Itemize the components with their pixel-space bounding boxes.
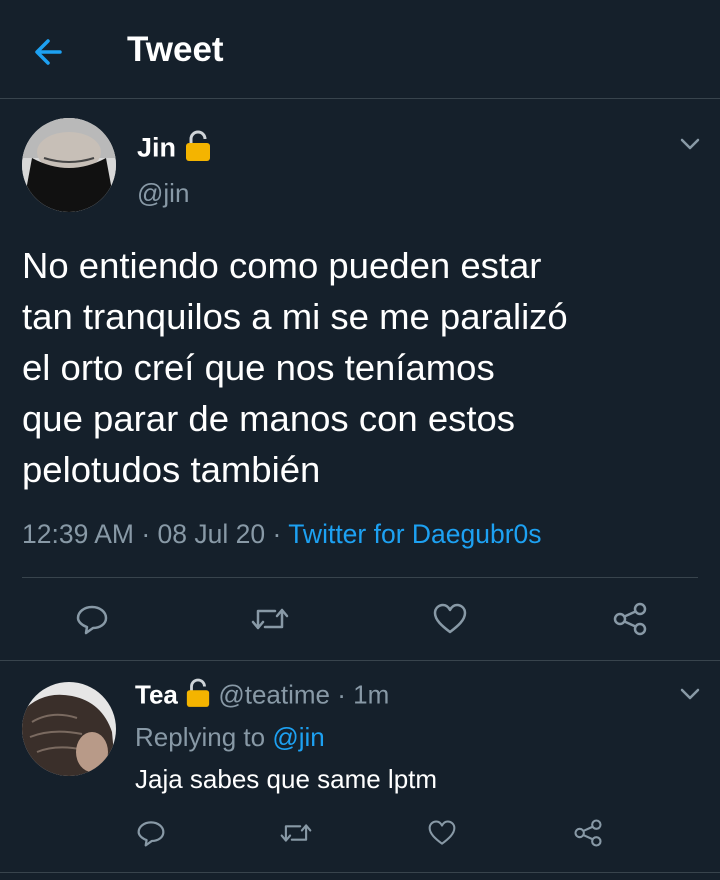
replying-to-handle[interactable]: @jin — [272, 722, 324, 752]
divider — [0, 660, 720, 661]
replying-to-label: Replying to — [135, 722, 266, 752]
reply-retweet-button[interactable] — [277, 814, 315, 852]
reply-author-name[interactable]: Tea — [135, 679, 178, 709]
arrow-left-icon — [35, 39, 62, 65]
avatar-photo — [22, 682, 116, 776]
tweet-text-line: el orto creí que nos teníamos — [22, 347, 495, 388]
tweet-text-line: No entiendo como pueden estar — [22, 245, 542, 286]
replying-to: Replying to @jin — [135, 722, 325, 753]
author-name-row[interactable]: Jin — [137, 130, 212, 169]
reply-icon — [137, 821, 165, 847]
heart-icon — [433, 603, 467, 634]
reply-header: Tea @teatime · 1m — [135, 678, 389, 715]
chevron-down-icon — [680, 688, 700, 700]
reply-author-handle[interactable]: @teatime — [218, 679, 330, 709]
reply-author-avatar[interactable] — [22, 682, 116, 776]
reply-text: Jaja sabes que same lptm — [135, 764, 438, 794]
reply-share-button[interactable] — [569, 814, 607, 852]
reply-like-button[interactable] — [423, 814, 461, 852]
author-handle[interactable]: @jin — [137, 178, 189, 209]
divider — [0, 872, 720, 873]
share-icon — [613, 602, 647, 636]
meta-separator: · — [272, 519, 282, 549]
author-avatar[interactable] — [22, 118, 116, 212]
tweet-date: 08 Jul 20 — [157, 519, 266, 549]
page-title: Tweet — [127, 30, 224, 69]
tweet-text-line: pelotudos también — [22, 449, 321, 490]
author-name: Jin — [137, 132, 177, 163]
tweet-text-line: tan tranquilos a mi se me paralizó — [22, 296, 568, 337]
reply-button[interactable] — [70, 597, 114, 641]
share-icon — [574, 819, 602, 847]
reply-icon — [76, 605, 108, 635]
retweet-icon — [280, 824, 312, 842]
lock-icon — [185, 678, 211, 715]
reply-reply-button[interactable] — [132, 814, 170, 852]
reply-menu-button[interactable] — [678, 682, 702, 706]
meta-separator: · — [337, 679, 346, 710]
tweet-text-line: que parar de manos con estos — [22, 398, 516, 439]
like-button[interactable] — [428, 597, 472, 641]
back-button[interactable] — [30, 32, 70, 72]
retweet-icon — [251, 608, 289, 630]
reply-timestamp: 1m — [353, 679, 390, 710]
tweet-source-link[interactable]: Twitter for Daegubr0s — [288, 519, 541, 549]
tweet-text: No entiendo como pueden estar tan tranqu… — [22, 240, 682, 495]
tweet-meta: 12:39 AM · 08 Jul 20 · Twitter for Daegu… — [22, 519, 542, 550]
avatar-photo — [22, 118, 116, 212]
lock-icon — [184, 130, 212, 169]
tweet-menu-button[interactable] — [678, 132, 702, 156]
meta-separator: · — [141, 519, 151, 549]
retweet-button[interactable] — [248, 597, 292, 641]
heart-icon — [428, 820, 456, 845]
share-button[interactable] — [608, 597, 652, 641]
chevron-down-icon — [680, 138, 700, 150]
top-bar: Tweet — [0, 0, 720, 99]
divider — [22, 577, 698, 578]
tweet-time: 12:39 AM — [22, 519, 134, 549]
